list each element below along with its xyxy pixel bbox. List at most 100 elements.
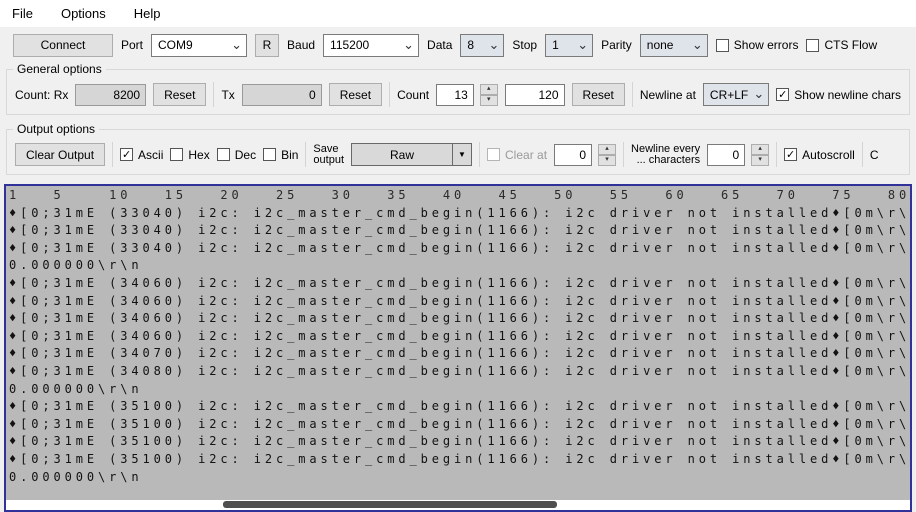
- terminal-line: ♦[0;31mE (33040) i2c: i2c_master_cmd_beg…: [9, 205, 910, 223]
- newline-at-select[interactable]: CR+LF: [703, 83, 769, 106]
- bin-checkbox[interactable]: Bin: [263, 148, 298, 162]
- baud-label: Baud: [287, 38, 315, 52]
- separator: [305, 142, 306, 167]
- output-options-title: Output options: [13, 122, 99, 136]
- data-bits-select[interactable]: 8: [460, 34, 504, 57]
- checkbox-box: [120, 148, 133, 161]
- clear-at-label: Clear at: [505, 148, 547, 162]
- data-bits-label: Data: [427, 38, 452, 52]
- separator: [389, 82, 390, 107]
- count-input[interactable]: 13: [436, 84, 474, 106]
- spin-up-icon[interactable]: [751, 144, 769, 155]
- checkbox-box: [806, 39, 819, 52]
- cts-flow-label: CTS Flow: [824, 38, 877, 52]
- hex-checkbox[interactable]: Hex: [170, 148, 209, 162]
- separator: [112, 142, 113, 167]
- terminal-line: ♦[0;31mE (35100) i2c: i2c_master_cmd_beg…: [9, 398, 910, 416]
- checkbox-box: [217, 148, 230, 161]
- separator: [623, 142, 624, 167]
- spin-down-icon[interactable]: [751, 155, 769, 166]
- chevron-down-icon: [489, 37, 500, 53]
- bin-label: Bin: [281, 148, 298, 162]
- stop-bits-value: 1: [552, 38, 559, 52]
- terminal-line: ♦[0;31mE (34060) i2c: i2c_master_cmd_beg…: [9, 310, 910, 328]
- general-options-title: General options: [13, 62, 106, 76]
- terminal-output-area[interactable]: 1 5 10 15 20 25 30 35 40 45 50 55 60 65 …: [4, 184, 912, 512]
- menu-options[interactable]: Options: [59, 4, 108, 23]
- port-select[interactable]: COM9: [151, 34, 247, 57]
- terminal-lines: 1 5 10 15 20 25 30 35 40 45 50 55 60 65 …: [6, 186, 910, 500]
- refresh-ports-button[interactable]: R: [255, 34, 279, 57]
- terminal-line: ♦[0;31mE (34080) i2c: i2c_master_cmd_beg…: [9, 363, 910, 381]
- tx-label: Tx: [221, 88, 234, 102]
- rx-reset-button[interactable]: Reset: [153, 83, 206, 106]
- port-value: COM9: [158, 38, 193, 52]
- stop-bits-select[interactable]: 1: [545, 34, 593, 57]
- terminal-line: ♦[0;31mE (34060) i2c: i2c_master_cmd_beg…: [9, 293, 910, 311]
- clear-at-checkbox[interactable]: Clear at: [487, 148, 547, 162]
- save-output-label: Save output: [313, 144, 344, 166]
- parity-label: Parity: [601, 38, 632, 52]
- terminal-line: ♦[0;31mE (35100) i2c: i2c_master_cmd_beg…: [9, 433, 910, 451]
- clear-at-input[interactable]: 0: [554, 144, 592, 166]
- autoscroll-label: Autoscroll: [802, 148, 855, 162]
- save-output-select[interactable]: Raw: [351, 143, 472, 166]
- separator: [776, 142, 777, 167]
- count-reset-button[interactable]: Reset: [572, 83, 625, 106]
- parity-value: none: [647, 38, 674, 52]
- cts-flow-checkbox[interactable]: CTS Flow: [806, 38, 877, 52]
- show-errors-label: Show errors: [734, 38, 799, 52]
- connection-toolbar: Connect Port COM9 R Baud 115200 Data 8 S…: [0, 27, 916, 63]
- parity-select[interactable]: none: [640, 34, 708, 57]
- dec-label: Dec: [235, 148, 256, 162]
- connect-button[interactable]: Connect: [13, 34, 113, 57]
- scrollbar-thumb[interactable]: [223, 501, 557, 508]
- checkbox-box: [784, 148, 797, 161]
- dec-checkbox[interactable]: Dec: [217, 148, 256, 162]
- show-newline-chars-checkbox[interactable]: Show newline chars: [776, 88, 901, 102]
- general-options-group: General options Count: Rx 8200 Reset Tx …: [6, 69, 910, 115]
- tx-reset-button[interactable]: Reset: [329, 83, 382, 106]
- checkbox-box: [776, 88, 789, 101]
- terminal-line: 0.000000\r\n: [9, 381, 910, 399]
- count-label: Count: [397, 88, 429, 102]
- autoscroll-checkbox[interactable]: Autoscroll: [784, 148, 855, 162]
- chevron-down-icon: [231, 37, 242, 53]
- newline-every-label: Newline every ... characters: [631, 144, 700, 166]
- count-total-field[interactable]: 120: [505, 84, 565, 106]
- menu-help[interactable]: Help: [132, 4, 163, 23]
- rx-count-field: 8200: [75, 84, 146, 106]
- terminal-line: ♦[0;31mE (34060) i2c: i2c_master_cmd_beg…: [9, 328, 910, 346]
- tx-count-field: 0: [242, 84, 322, 106]
- show-errors-checkbox[interactable]: Show errors: [716, 38, 799, 52]
- spin-up-icon[interactable]: [480, 84, 498, 95]
- chevron-down-icon: [753, 86, 764, 102]
- port-label: Port: [121, 38, 143, 52]
- dropdown-arrow-icon[interactable]: [452, 144, 471, 165]
- spin-up-icon[interactable]: [598, 144, 616, 155]
- newline-at-value: CR+LF: [710, 88, 748, 102]
- spin-down-icon[interactable]: [480, 95, 498, 106]
- menu-file[interactable]: File: [10, 4, 35, 23]
- output-options-row: Clear Output Ascii Hex Dec Bin Save out: [15, 142, 901, 167]
- newline-every-label-line2: ... characters: [637, 154, 701, 166]
- newline-at-label: Newline at: [640, 88, 696, 102]
- stop-bits-label: Stop: [512, 38, 537, 52]
- column-ruler: 1 5 10 15 20 25 30 35 40 45 50 55 60 65 …: [9, 187, 910, 205]
- horizontal-scrollbar[interactable]: [6, 500, 910, 510]
- terminal-line: ♦[0;31mE (34070) i2c: i2c_master_cmd_beg…: [9, 345, 910, 363]
- count-spinner: [480, 84, 498, 106]
- baud-select[interactable]: 115200: [323, 34, 419, 57]
- newline-every-input[interactable]: 0: [707, 144, 745, 166]
- spin-down-icon[interactable]: [598, 155, 616, 166]
- hterm-window: File Options Help Connect Port COM9 R Ba…: [0, 0, 916, 512]
- ascii-checkbox[interactable]: Ascii: [120, 148, 163, 162]
- terminal-line: ♦[0;31mE (35100) i2c: i2c_master_cmd_beg…: [9, 451, 910, 469]
- clear-at-spinner: [598, 144, 616, 166]
- menu-bar: File Options Help: [0, 0, 916, 27]
- cutoff-control-label: C: [870, 148, 879, 162]
- terminal-line: 0.000000\r\n: [9, 469, 910, 487]
- clear-output-button[interactable]: Clear Output: [15, 143, 105, 166]
- checkbox-box: [170, 148, 183, 161]
- separator: [213, 82, 214, 107]
